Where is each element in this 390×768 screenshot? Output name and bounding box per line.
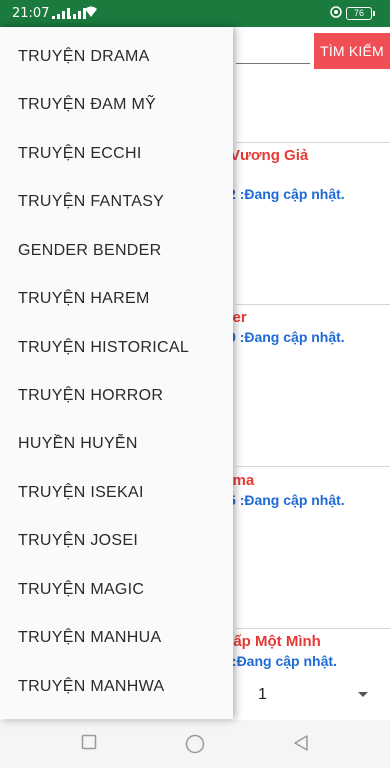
category-item-huyen-huyen[interactable]: HUYỀN HUYỄN [0,420,233,468]
location-icon [330,6,342,18]
story-divider [236,142,390,143]
story-divider [236,304,390,305]
page-select[interactable]: 1 [258,686,267,704]
wifi-icon [85,6,97,17]
status-bar: 21:07 76 [0,0,390,27]
category-item-drama[interactable]: TRUYỆN DRAMA [0,33,233,81]
category-item-historical[interactable]: TRUYỆN HISTORICAL [0,324,233,372]
story-divider [236,628,390,629]
category-item-dam-my[interactable]: TRUYỆN ĐAM MỸ [0,81,233,129]
category-item-horror[interactable]: TRUYỆN HORROR [0,372,233,420]
status-time: 21:07 [12,6,50,21]
category-drawer: TRUYỆN DRAMA TRUYỆN ĐAM MỸ TRUYỆN ECCHI … [0,27,233,719]
search-button[interactable]: TÌM KIẾM [314,33,390,69]
system-nav-bar [0,720,390,768]
search-input[interactable] [236,63,310,64]
dropdown-caret-icon[interactable] [358,692,368,697]
category-item-manhua[interactable]: TRUYỆN MANHUA [0,614,233,662]
home-icon[interactable] [185,734,205,754]
category-item-ecchi[interactable]: TRUYỆN ECCHI [0,130,233,178]
category-item-gender-bender[interactable]: GENDER BENDER [0,227,233,275]
battery-icon: 76 [346,7,375,20]
category-item-magic[interactable]: TRUYỆN MAGIC [0,566,233,614]
story-divider [236,466,390,467]
recent-apps-icon[interactable] [81,734,97,750]
category-item-manhwa[interactable]: TRUYỆN MANHWA [0,663,233,711]
category-item-fantasy[interactable]: TRUYỆN FANTASY [0,178,233,226]
category-item-isekai[interactable]: TRUYỆN ISEKAI [0,469,233,517]
category-item-harem[interactable]: TRUYỆN HAREM [0,275,233,323]
category-item-josei[interactable]: TRUYỆN JOSEI [0,517,233,565]
back-icon[interactable] [292,734,310,752]
